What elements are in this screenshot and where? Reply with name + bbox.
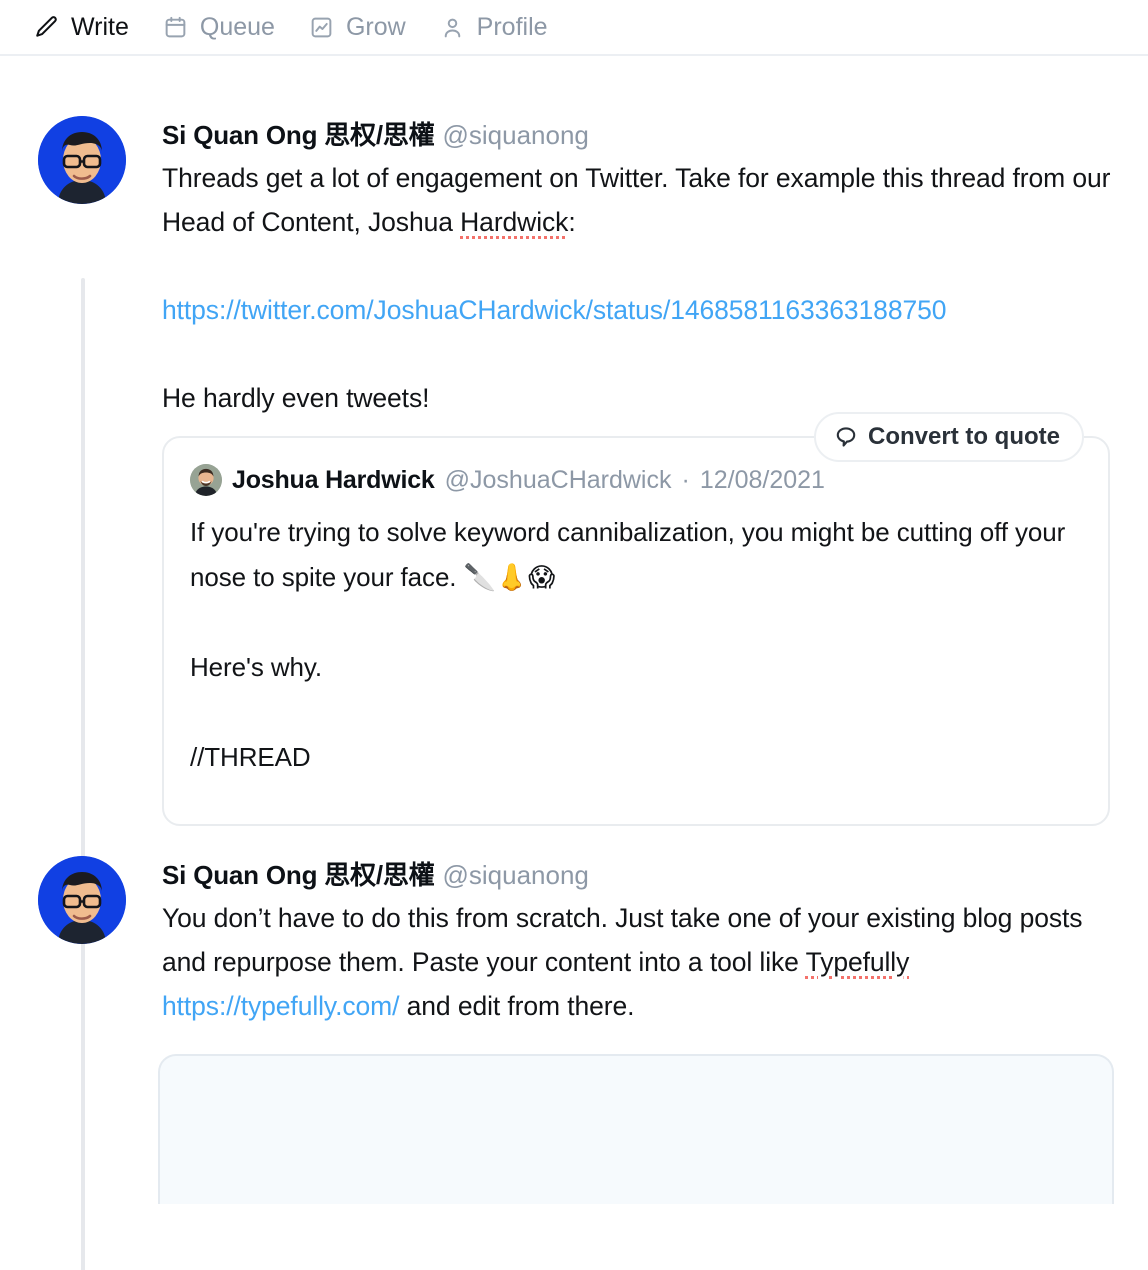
author-line: Si Quan Ong 思权/思權 @siquanong <box>162 118 1114 152</box>
text-blank-line <box>162 244 1114 288</box>
avatar[interactable] <box>38 116 126 204</box>
person-icon <box>440 14 466 40</box>
pencil-icon <box>34 14 60 40</box>
nav-item-grow[interactable]: Grow <box>309 14 406 40</box>
tweet-content: Si Quan Ong 思权/思權 @siquanong You don’t ha… <box>162 856 1114 1028</box>
convert-to-quote-button[interactable]: Convert to quote <box>814 412 1084 462</box>
spellcheck-word-typefully: Typefully <box>805 947 910 977</box>
speech-bubble-icon <box>834 425 858 449</box>
media-attachment-card[interactable] <box>158 1054 1114 1204</box>
tweet-text-intro: Threads get a lot of engagement on Twitt… <box>162 163 1111 237</box>
nav-item-write[interactable]: Write <box>34 14 129 40</box>
quoted-author-handle: @JoshuaCHardwick <box>444 466 672 494</box>
spellcheck-word-hardwick: Hardwick <box>460 207 569 237</box>
nav-label-grow: Grow <box>345 12 406 41</box>
quoted-author-avatar <box>190 464 222 496</box>
author-name: Si Quan Ong 思权/思權 <box>162 120 435 150</box>
author-line: Si Quan Ong 思权/思權 @siquanong <box>162 858 1114 892</box>
quoted-tweet-body: If you're trying to solve keyword cannib… <box>190 510 1082 780</box>
tweet-text[interactable]: Threads get a lot of engagement on Twitt… <box>162 156 1114 420</box>
avatar[interactable] <box>38 856 126 944</box>
calendar-icon <box>163 14 189 40</box>
nav-label-profile: Profile <box>476 12 548 41</box>
quoted-body-line-2: Here's why. <box>190 652 322 682</box>
quoted-tweet-date: 12/08/2021 <box>699 466 825 494</box>
nav-item-queue[interactable]: Queue <box>163 14 275 40</box>
tweet-text-intro: You don’t have to do this from scratch. … <box>162 903 1083 977</box>
author-name: Si Quan Ong 思权/思權 <box>162 860 435 890</box>
author-handle: @siquanong <box>442 860 589 890</box>
quoted-tweet-wrapper: Convert to quote Joshua Hardwick @Joshua… <box>162 412 1110 826</box>
thread-tweet-1: Si Quan Ong 思权/思權 @siquanong Threads get … <box>0 56 1148 826</box>
tweet-text[interactable]: You don’t have to do this from scratch. … <box>162 896 1114 1028</box>
text-blank-line <box>190 690 1082 735</box>
nav-item-profile[interactable]: Profile <box>440 14 548 40</box>
tweet-text-outro: He hardly even tweets! <box>162 383 430 413</box>
tweet-link-url[interactable]: https://typefully.com/ <box>162 991 399 1021</box>
quoted-body-line-1: If you're trying to solve keyword cannib… <box>190 517 1066 592</box>
chart-icon <box>309 14 335 40</box>
text-blank-line <box>190 600 1082 645</box>
tweet-link-url[interactable]: https://twitter.com/JoshuaCHardwick/stat… <box>162 295 946 325</box>
quoted-separator: · <box>681 466 690 494</box>
quoted-tweet-card[interactable]: Joshua Hardwick @JoshuaCHardwick · 12/08… <box>162 436 1110 826</box>
quoted-author-name: Joshua Hardwick <box>232 466 435 494</box>
thread-tweet-2: Si Quan Ong 思权/思權 @siquanong You don’t ha… <box>0 826 1148 1028</box>
top-navigation: Write Queue Grow Profile <box>0 0 1148 56</box>
nav-label-queue: Queue <box>199 12 275 41</box>
nav-label-write: Write <box>71 12 129 41</box>
tweet-text-outro: and edit from there. <box>399 991 635 1021</box>
convert-to-quote-label: Convert to quote <box>868 423 1060 450</box>
tweet-content: Si Quan Ong 思权/思權 @siquanong Threads get … <box>162 116 1114 826</box>
quoted-tweet-header: Joshua Hardwick @JoshuaCHardwick · 12/08… <box>190 464 1082 496</box>
author-handle: @siquanong <box>442 120 589 150</box>
quoted-body-line-3: //THREAD <box>190 742 311 772</box>
thread-composer: Si Quan Ong 思权/思權 @siquanong Threads get … <box>0 56 1148 1270</box>
text-blank-line <box>162 332 1114 376</box>
tweet-text-colon: : <box>568 207 576 237</box>
